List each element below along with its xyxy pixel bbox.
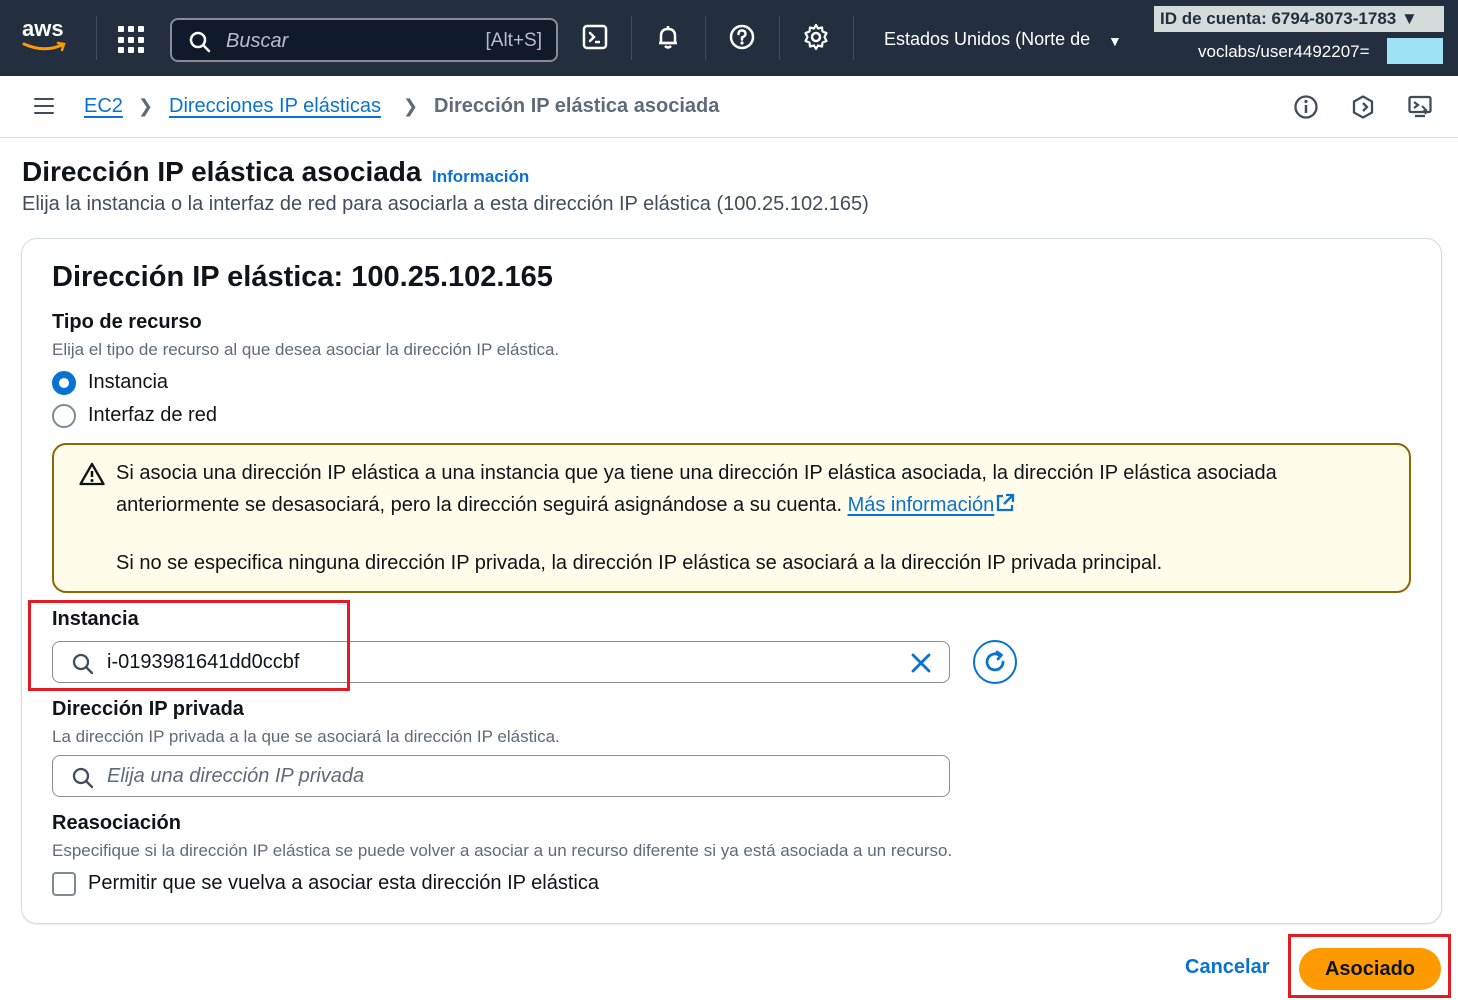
- info-circle-icon[interactable]: [1293, 94, 1319, 120]
- radio-instance-label[interactable]: Instancia: [88, 371, 168, 394]
- refresh-icon: [985, 650, 1005, 672]
- more-info-link[interactable]: Más información: [848, 494, 995, 516]
- aws-logo[interactable]: aws: [22, 18, 72, 58]
- reassociation-checkbox-label[interactable]: Permitir que se vuelva a asociar esta di…: [88, 872, 599, 895]
- search-icon: [72, 767, 94, 789]
- warning-alert: Si asocia una dirección IP elástica a un…: [52, 443, 1411, 593]
- refresh-button[interactable]: [973, 640, 1017, 684]
- page-subtitle: Elija la instancia o la interfaz de red …: [22, 193, 869, 215]
- resource-type-label: Tipo de recurso: [52, 311, 202, 333]
- chevron-right-icon: ❯: [138, 96, 154, 116]
- nav-divider: [96, 16, 97, 60]
- breadcrumb-current: Dirección IP elástica asociada: [434, 95, 720, 117]
- user-name[interactable]: voclabs/user4492207=: [1198, 42, 1370, 62]
- nav-divider: [705, 16, 706, 60]
- external-link-icon[interactable]: [994, 492, 1016, 514]
- private-ip-label: Dirección IP privada: [52, 698, 244, 720]
- resource-type-description: Elija el tipo de recurso al que desea as…: [52, 340, 560, 359]
- reassociation-description: Especifique si la dirección IP elástica …: [52, 841, 953, 860]
- warning-icon: [79, 462, 105, 486]
- alert-text-line3: Si no se especifica ninguna dirección IP…: [116, 552, 1163, 574]
- services-grid-icon[interactable]: [118, 26, 146, 54]
- nav-divider: [853, 16, 854, 60]
- search-icon: [189, 31, 211, 53]
- search-input[interactable]: Buscar [Alt+S]: [170, 18, 558, 62]
- reassociation-label: Reasociación: [52, 812, 181, 834]
- page-title: Dirección IP elástica asociada: [22, 156, 422, 187]
- cloudshell-icon[interactable]: [580, 22, 612, 54]
- radio-network-interface-label[interactable]: Interfaz de red: [88, 404, 217, 427]
- panel-title: Dirección IP elástica: 100.25.102.165: [52, 261, 553, 293]
- top-navigation: aws Buscar [Alt+S] Estados Unidos (Norte…: [0, 0, 1458, 76]
- private-ip-description: La dirección IP privada a la que se asoc…: [52, 727, 560, 746]
- help-icon[interactable]: [727, 22, 759, 54]
- alert-text-line2: anteriormente se desasociará, pero la di…: [116, 492, 1016, 517]
- cancel-button[interactable]: Cancelar: [1185, 956, 1270, 979]
- smile-arrow-icon: [22, 41, 66, 52]
- instance-highlight-box: [28, 600, 350, 691]
- info-link[interactable]: Información: [432, 167, 529, 187]
- radio-instance[interactable]: [52, 371, 76, 395]
- search-shortcut: [Alt+S]: [485, 30, 543, 51]
- clear-icon[interactable]: [909, 651, 933, 675]
- account-id[interactable]: ID de cuenta: 6794-8073-1783 ▼: [1154, 6, 1444, 32]
- nav-divider: [631, 16, 632, 60]
- region-selector[interactable]: Estados Unidos (Norte de: [884, 29, 1090, 50]
- caret-down-icon[interactable]: ▼: [1108, 33, 1122, 49]
- chevron-right-icon: ❯: [403, 96, 419, 116]
- private-ip-select[interactable]: Elija una dirección IP privada: [52, 755, 950, 797]
- search-placeholder: Buscar: [226, 30, 289, 52]
- alert-text-line2-content: anteriormente se desasociará, pero la di…: [116, 494, 842, 516]
- radio-network-interface[interactable]: [52, 404, 76, 428]
- redacted-user-suffix: [1387, 38, 1443, 64]
- reassociation-checkbox[interactable]: [52, 872, 76, 896]
- nav-divider: [779, 16, 780, 60]
- submit-highlight-box: [1288, 934, 1451, 998]
- screen-feedback-icon[interactable]: [1407, 94, 1433, 120]
- breadcrumb-bar: EC2 ❯ Direcciones IP elásticas ❯ Direcci…: [0, 76, 1458, 138]
- logo-text: aws: [22, 16, 64, 41]
- menu-icon[interactable]: [34, 98, 54, 116]
- breadcrumb-elastic-ips[interactable]: Direcciones IP elásticas: [169, 95, 381, 118]
- gear-icon[interactable]: [801, 22, 833, 54]
- alert-text-line1: Si asocia una dirección IP elástica a un…: [116, 462, 1277, 484]
- breadcrumb-ec2[interactable]: EC2: [84, 95, 123, 118]
- bell-icon[interactable]: [653, 22, 685, 54]
- private-ip-placeholder: Elija una dirección IP privada: [107, 765, 365, 787]
- hexagon-settings-icon[interactable]: [1350, 94, 1376, 120]
